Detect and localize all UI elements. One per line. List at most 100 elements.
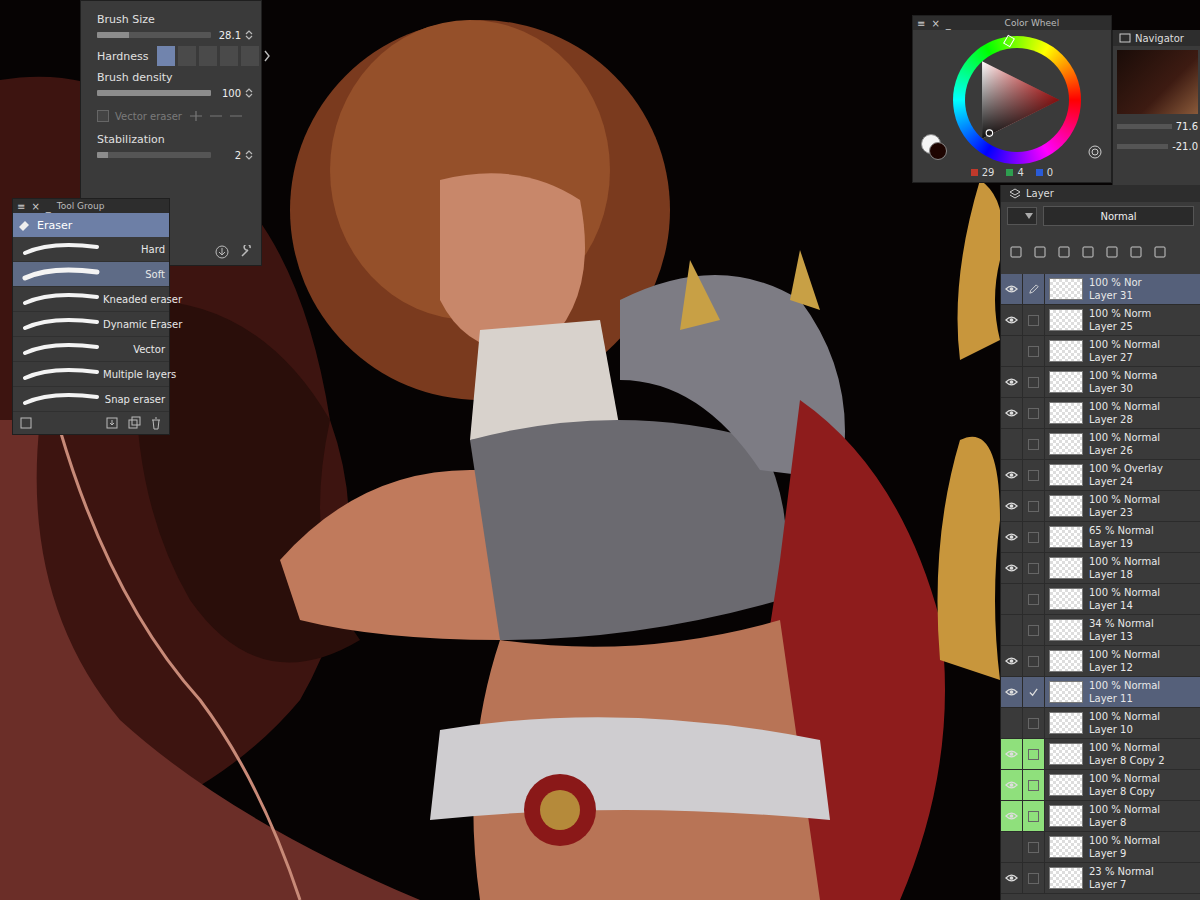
eye-icon[interactable]: [1005, 780, 1018, 790]
edit-cell[interactable]: [1023, 646, 1045, 676]
value-field[interactable]: 28.1: [215, 30, 241, 41]
window-control[interactable]: ×: [931, 18, 939, 29]
edit-cell[interactable]: [1023, 336, 1045, 366]
layer-row[interactable]: 100 % Norma Layer 30: [1001, 367, 1200, 398]
layer-tool-icon[interactable]: [1033, 245, 1047, 259]
layer-row[interactable]: 34 % Normal Layer 13: [1001, 615, 1200, 646]
spin-icon[interactable]: [245, 29, 253, 41]
edit-cell[interactable]: [1023, 398, 1045, 428]
visibility-cell[interactable]: [1001, 770, 1023, 800]
layer-row[interactable]: 100 % Normal Layer 23: [1001, 491, 1200, 522]
edit-cell[interactable]: [1023, 801, 1045, 831]
sub-tool-item[interactable]: Kneaded eraser: [13, 287, 169, 312]
layer-row[interactable]: 100 % Normal Layer 8: [1001, 801, 1200, 832]
edit-cell[interactable]: [1023, 739, 1045, 769]
save-icon[interactable]: [105, 416, 119, 430]
saturation-triangle[interactable]: [971, 54, 1063, 146]
eye-icon[interactable]: [1005, 811, 1018, 821]
eye-icon[interactable]: [1005, 749, 1018, 759]
navigator-tab[interactable]: Navigator: [1113, 30, 1200, 46]
visibility-cell[interactable]: [1001, 832, 1023, 862]
edit-cell[interactable]: [1023, 274, 1045, 304]
edit-cell[interactable]: [1023, 491, 1045, 521]
slider-track[interactable]: [97, 32, 211, 38]
sub-tool-item[interactable]: Multiple layers: [13, 362, 169, 387]
layer-row[interactable]: 100 % Normal Layer 9: [1001, 832, 1200, 863]
title-bar[interactable]: ≡×_ Tool Group: [13, 199, 169, 213]
layer-row[interactable]: 100 % Normal Layer 18: [1001, 553, 1200, 584]
sub-tool-item[interactable]: Vector: [13, 337, 169, 362]
eye-icon[interactable]: [1005, 408, 1018, 418]
edit-cell[interactable]: [1023, 305, 1045, 335]
window-control[interactable]: _: [946, 18, 951, 29]
hardness-step[interactable]: [178, 46, 196, 66]
navigator-slider[interactable]: 71.6: [1113, 118, 1200, 134]
window-control[interactable]: ≡: [917, 18, 925, 29]
edit-cell[interactable]: [1023, 708, 1045, 738]
color-swatches[interactable]: [921, 134, 947, 164]
visibility-cell[interactable]: [1001, 708, 1023, 738]
hardness-step[interactable]: [157, 46, 175, 66]
visibility-cell[interactable]: [1001, 367, 1023, 397]
layer-tool-icon[interactable]: [1057, 245, 1071, 259]
visibility-cell[interactable]: [1001, 801, 1023, 831]
edit-cell[interactable]: [1023, 553, 1045, 583]
layer-row[interactable]: 23 % Normal Layer 7: [1001, 863, 1200, 894]
edit-cell[interactable]: [1023, 677, 1045, 707]
layer-row[interactable]: 100 % Normal Layer 28: [1001, 398, 1200, 429]
eye-icon[interactable]: [1005, 656, 1018, 666]
layer-row[interactable]: 100 % Normal Layer 26: [1001, 429, 1200, 460]
hue-ring[interactable]: [953, 36, 1081, 164]
layer-type-dropdown[interactable]: [1007, 207, 1037, 225]
value-field[interactable]: 2: [215, 150, 241, 161]
visibility-cell[interactable]: [1001, 615, 1023, 645]
spin-icon[interactable]: [245, 149, 253, 161]
eye-icon[interactable]: [1005, 687, 1018, 697]
options-icon[interactable]: [19, 416, 33, 430]
sub-tool-item[interactable]: Snap eraser: [13, 387, 169, 412]
eye-icon[interactable]: [1005, 501, 1018, 511]
layer-tool-icon[interactable]: [1153, 245, 1167, 259]
visibility-cell[interactable]: [1001, 429, 1023, 459]
color-mode-icon[interactable]: [1087, 144, 1103, 160]
visibility-cell[interactable]: [1001, 336, 1023, 366]
value-field[interactable]: 100: [215, 88, 241, 99]
layer-row[interactable]: 65 % Normal Layer 19: [1001, 522, 1200, 553]
eye-icon[interactable]: [1005, 284, 1018, 294]
visibility-cell[interactable]: [1001, 460, 1023, 490]
edit-cell[interactable]: [1023, 584, 1045, 614]
visibility-cell[interactable]: [1001, 863, 1023, 893]
layer-row[interactable]: 100 % Normal Layer 14: [1001, 584, 1200, 615]
layer-row[interactable]: 100 % Normal Layer 27: [1001, 336, 1200, 367]
download-icon[interactable]: [215, 245, 229, 259]
visibility-cell[interactable]: [1001, 646, 1023, 676]
edit-cell[interactable]: [1023, 863, 1045, 893]
layer-row[interactable]: 100 % Norm Layer 25: [1001, 305, 1200, 336]
edit-cell[interactable]: [1023, 429, 1045, 459]
visibility-cell[interactable]: [1001, 522, 1023, 552]
navigator-thumbnail[interactable]: [1117, 50, 1198, 114]
layer-tool-icon[interactable]: [1105, 245, 1119, 259]
sub-tool-item[interactable]: Soft: [13, 262, 169, 287]
copy-icon[interactable]: [127, 416, 141, 430]
visibility-cell[interactable]: [1001, 584, 1023, 614]
layer-row[interactable]: 100 % Overlay Layer 24: [1001, 460, 1200, 491]
layer-tool-icon[interactable]: [1081, 245, 1095, 259]
visibility-cell[interactable]: [1001, 553, 1023, 583]
navigator-slider[interactable]: -21.0: [1113, 138, 1200, 154]
title-bar[interactable]: ≡×_ Color Wheel: [913, 16, 1111, 30]
slider-track[interactable]: [97, 90, 211, 96]
blend-mode-dropdown[interactable]: Normal: [1043, 206, 1194, 226]
edit-cell[interactable]: [1023, 770, 1045, 800]
checkbox[interactable]: [97, 110, 109, 122]
edit-cell[interactable]: [1023, 367, 1045, 397]
eye-icon[interactable]: [1005, 315, 1018, 325]
eye-icon[interactable]: [1005, 532, 1018, 542]
chevron-right-icon[interactable]: [262, 46, 272, 66]
hardness-step[interactable]: [199, 46, 217, 66]
hue-marker[interactable]: [1003, 35, 1015, 48]
visibility-cell[interactable]: [1001, 677, 1023, 707]
layer-row[interactable]: 100 % Normal Layer 12: [1001, 646, 1200, 677]
window-control[interactable]: ≡: [17, 201, 25, 212]
layer-tool-icon[interactable]: [1009, 245, 1023, 259]
